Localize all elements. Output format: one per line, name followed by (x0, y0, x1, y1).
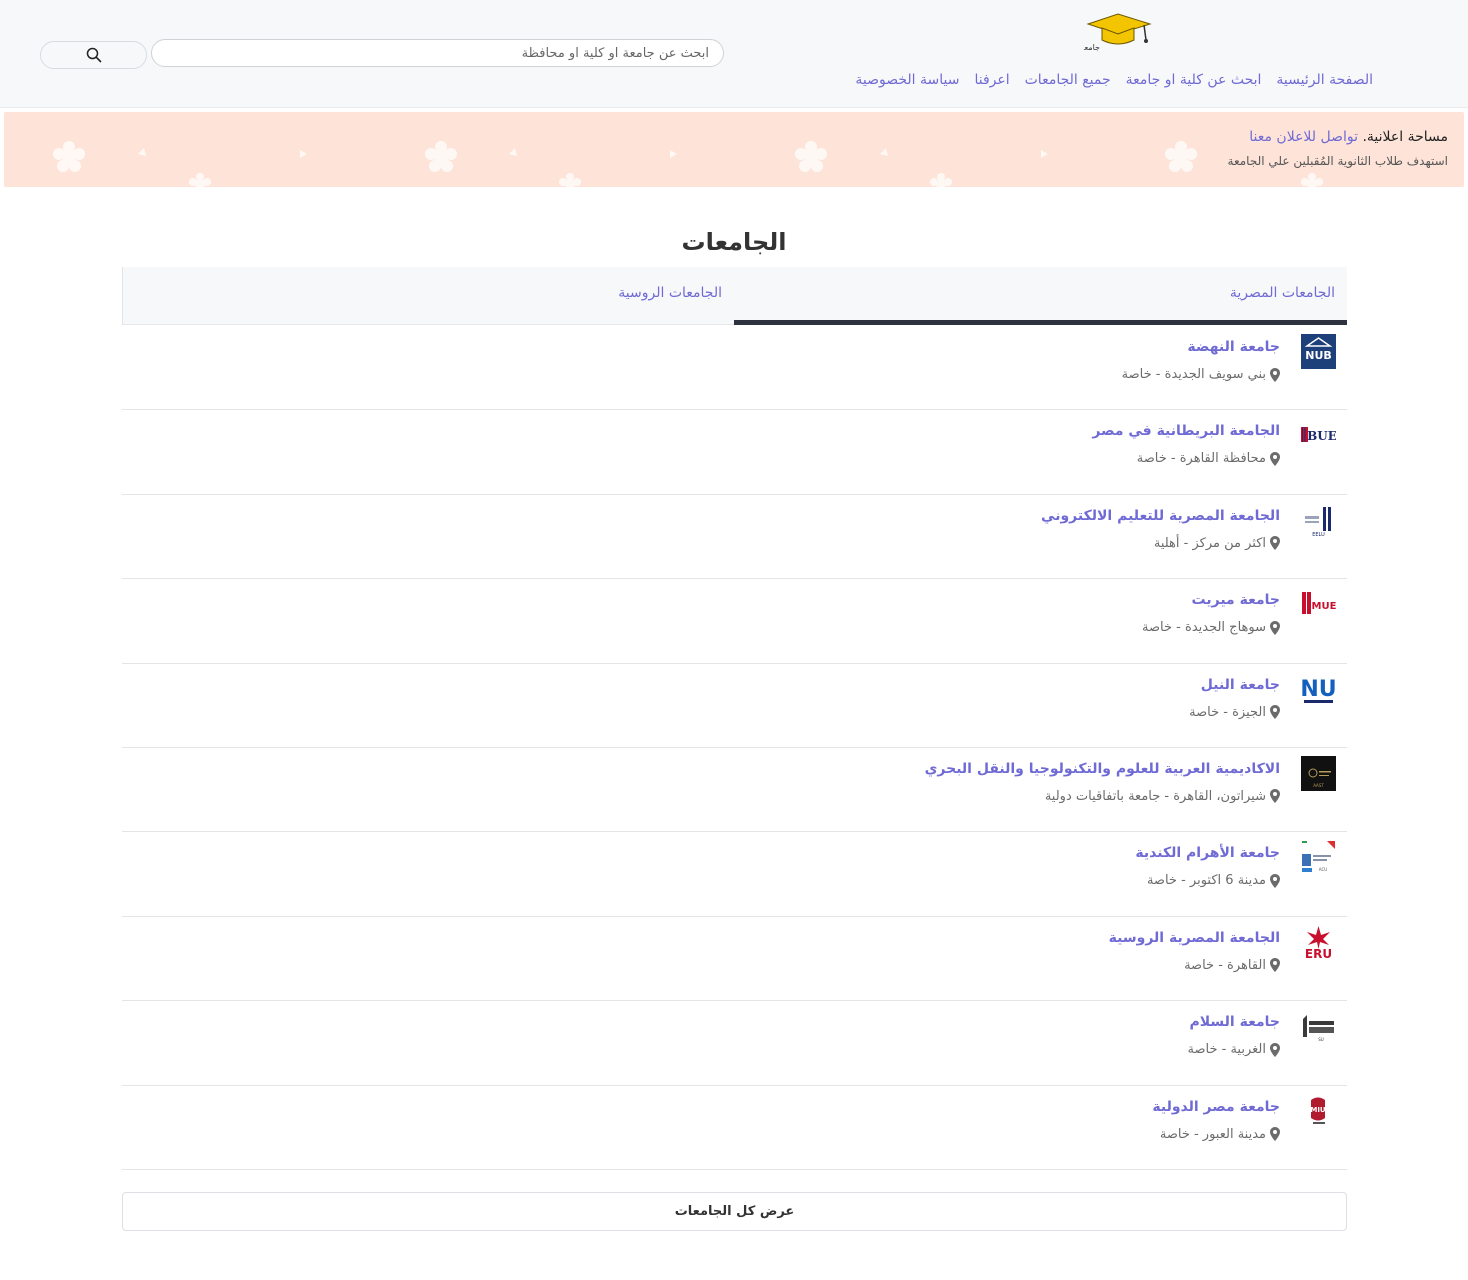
ad-title: مساحة اعلانية. تواصل للاعلان معنا (1249, 129, 1448, 145)
map-pin-icon (1270, 1127, 1280, 1142)
university-logo-eru[interactable]: ERU (1301, 925, 1336, 960)
location-text: بني سويف الجديدة - خاصة (1121, 367, 1266, 382)
university-location: بني سويف الجديدة - خاصة (1122, 367, 1280, 382)
university-logo-su[interactable]: SU (1301, 1009, 1336, 1044)
university-list: NUB جامعة النهضة بني سويف الجديدة - خاصة… (122, 326, 1347, 1170)
site-header: جامعة الصفحة الرئيسية ابحث عن كلية او جا… (0, 0, 1468, 108)
map-pin-icon (1270, 705, 1280, 720)
location-text: شيراتون، القاهرة - جامعة باتفاقيات دولية (1044, 788, 1266, 804)
university-logo-miu[interactable]: MIU (1301, 1094, 1336, 1129)
page-title: الجامعات (681, 228, 787, 256)
university-name[interactable]: الجامعة المصرية للتعليم الالكتروني (1041, 508, 1280, 524)
nav-about[interactable]: اعرفنا (974, 72, 1009, 88)
university-logo-eelu[interactable]: EELU (1301, 503, 1336, 538)
university-logo-aast[interactable]: AAST (1301, 755, 1336, 791)
university-name[interactable]: الجامعة المصرية الروسية (1109, 930, 1280, 946)
svg-text:SU: SU (1318, 1037, 1324, 1042)
university-name[interactable]: جامعة النهضة (1187, 339, 1280, 355)
university-name[interactable]: جامعة النيل (1201, 677, 1280, 693)
map-pin-icon (1270, 367, 1280, 382)
university-row[interactable]: SU جامعة السلام الغربية - خاصة (122, 1001, 1347, 1086)
university-logo-mue[interactable]: MUE (1301, 587, 1336, 622)
svg-text:MIU: MIU (1310, 1106, 1326, 1114)
university-location: اكثر من مركز - أهلية (1154, 536, 1280, 551)
university-name[interactable]: جامعة الأهرام الكندية (1135, 845, 1280, 861)
university-row[interactable]: AAST الاكاديمية العربية للعلوم والتكنولو… (122, 748, 1347, 833)
location-text: محافظة القاهرة - خاصة (1136, 451, 1266, 467)
map-pin-icon (1270, 620, 1280, 635)
university-row[interactable]: ACU جامعة الأهرام الكندية مدينة 6 اكتوبر… (122, 832, 1347, 917)
ad-contact-link[interactable]: تواصل للاعلان معنا (1249, 129, 1358, 145)
flower-pattern (53, 141, 1323, 187)
university-row[interactable]: EELU الجامعة المصرية للتعليم الالكتروني … (122, 495, 1347, 580)
map-pin-icon (1270, 873, 1280, 888)
svg-text:MUE: MUE (1312, 601, 1336, 612)
university-tabs: الجامعات المصرية الجامعات الروسية (122, 267, 1347, 325)
university-name[interactable]: جامعة مصر الدولية (1152, 1099, 1280, 1115)
svg-text:EELU: EELU (1312, 532, 1325, 538)
ad-subtitle: استهدف طلاب الثانوية المُقبلين علي الجام… (1227, 154, 1448, 168)
university-name[interactable]: جامعة السلام (1190, 1014, 1280, 1030)
university-location: القاهرة - خاصة (1184, 958, 1280, 973)
university-row[interactable]: MUE جامعة ميريت سوهاج الجديدة - خاصة (122, 579, 1347, 664)
university-row[interactable]: NUB جامعة النهضة بني سويف الجديدة - خاصة (122, 326, 1347, 411)
ad-label: مساحة اعلانية. (1362, 129, 1448, 145)
nav-all-universities[interactable]: جميع الجامعات (1025, 72, 1111, 88)
tab-egyptian-universities[interactable]: الجامعات المصرية (734, 267, 1347, 325)
svg-text:NU: NU (1301, 677, 1336, 702)
nav-search[interactable]: ابحث عن كلية او جامعة (1126, 72, 1262, 88)
location-text: مدينة 6 اكتوبر - خاصة (1146, 873, 1266, 889)
university-location: شيراتون، القاهرة - جامعة باتفاقيات دولية (1045, 789, 1280, 804)
university-location: سوهاج الجديدة - خاصة (1142, 620, 1280, 635)
logo-text: جامعة (1084, 43, 1100, 52)
svg-text:AAST: AAST (1313, 783, 1324, 788)
site-logo[interactable]: جامعة (1084, 10, 1154, 54)
university-row[interactable]: BUE الجامعة البريطانية في مصر محافظة الق… (122, 410, 1347, 495)
university-logo-nub[interactable]: NUB (1301, 334, 1336, 369)
ad-banner: مساحة اعلانية. تواصل للاعلان معنا استهدف… (4, 112, 1464, 187)
location-text: سوهاج الجديدة - خاصة (1142, 620, 1266, 636)
university-location: مدينة 6 اكتوبر - خاصة (1147, 873, 1280, 888)
main-nav: الصفحة الرئيسية ابحث عن كلية او جامعة جم… (855, 72, 1373, 88)
university-name[interactable]: الجامعة البريطانية في مصر (1092, 423, 1280, 439)
university-logo-acu[interactable]: ACU (1301, 840, 1336, 875)
location-text: الغربية - خاصة (1187, 1042, 1267, 1058)
nav-home[interactable]: الصفحة الرئيسية (1276, 72, 1373, 88)
university-location: محافظة القاهرة - خاصة (1137, 451, 1280, 466)
university-name[interactable]: جامعة ميريت (1192, 592, 1280, 608)
location-text: الجيزة - خاصة (1189, 704, 1266, 720)
view-all-universities-button[interactable]: عرض كل الجامعات (122, 1192, 1347, 1231)
university-logo-bue[interactable]: BUE (1301, 418, 1336, 453)
search-button[interactable] (40, 41, 147, 69)
svg-text:BUE: BUE (1307, 429, 1336, 443)
map-pin-icon (1270, 958, 1280, 973)
nav-privacy[interactable]: سياسة الخصوصية (855, 72, 959, 88)
map-pin-icon (1270, 536, 1280, 551)
map-pin-icon (1270, 451, 1280, 466)
svg-text:ACU: ACU (1319, 867, 1327, 872)
map-pin-icon (1270, 1042, 1280, 1057)
location-text: اكثر من مركز - أهلية (1153, 535, 1266, 551)
university-location: الغربية - خاصة (1187, 1042, 1280, 1058)
university-row[interactable]: NU جامعة النيل الجيزة - خاصة (122, 664, 1347, 748)
university-location: مدينة العبور - خاصة (1160, 1127, 1280, 1142)
svg-text:NUB: NUB (1305, 349, 1332, 362)
university-row[interactable]: MIU جامعة مصر الدولية مدينة العبور - خاص… (122, 1086, 1347, 1170)
svg-text:ERU: ERU (1305, 947, 1332, 960)
university-name[interactable]: الاكاديمية العربية للعلوم والتكنولوجيا و… (925, 761, 1280, 777)
university-logo-nu[interactable]: NU (1301, 672, 1336, 707)
location-text: القاهرة - خاصة (1184, 957, 1266, 973)
search-input[interactable] (151, 39, 724, 67)
search-icon (86, 47, 101, 63)
tab-russian-universities[interactable]: الجامعات الروسية (122, 267, 734, 325)
location-text: مدينة العبور - خاصة (1159, 1126, 1266, 1142)
university-row[interactable]: ERU الجامعة المصرية الروسية القاهرة - خا… (122, 917, 1347, 1002)
university-location: الجيزة - خاصة (1189, 705, 1280, 720)
map-pin-icon (1270, 789, 1280, 804)
